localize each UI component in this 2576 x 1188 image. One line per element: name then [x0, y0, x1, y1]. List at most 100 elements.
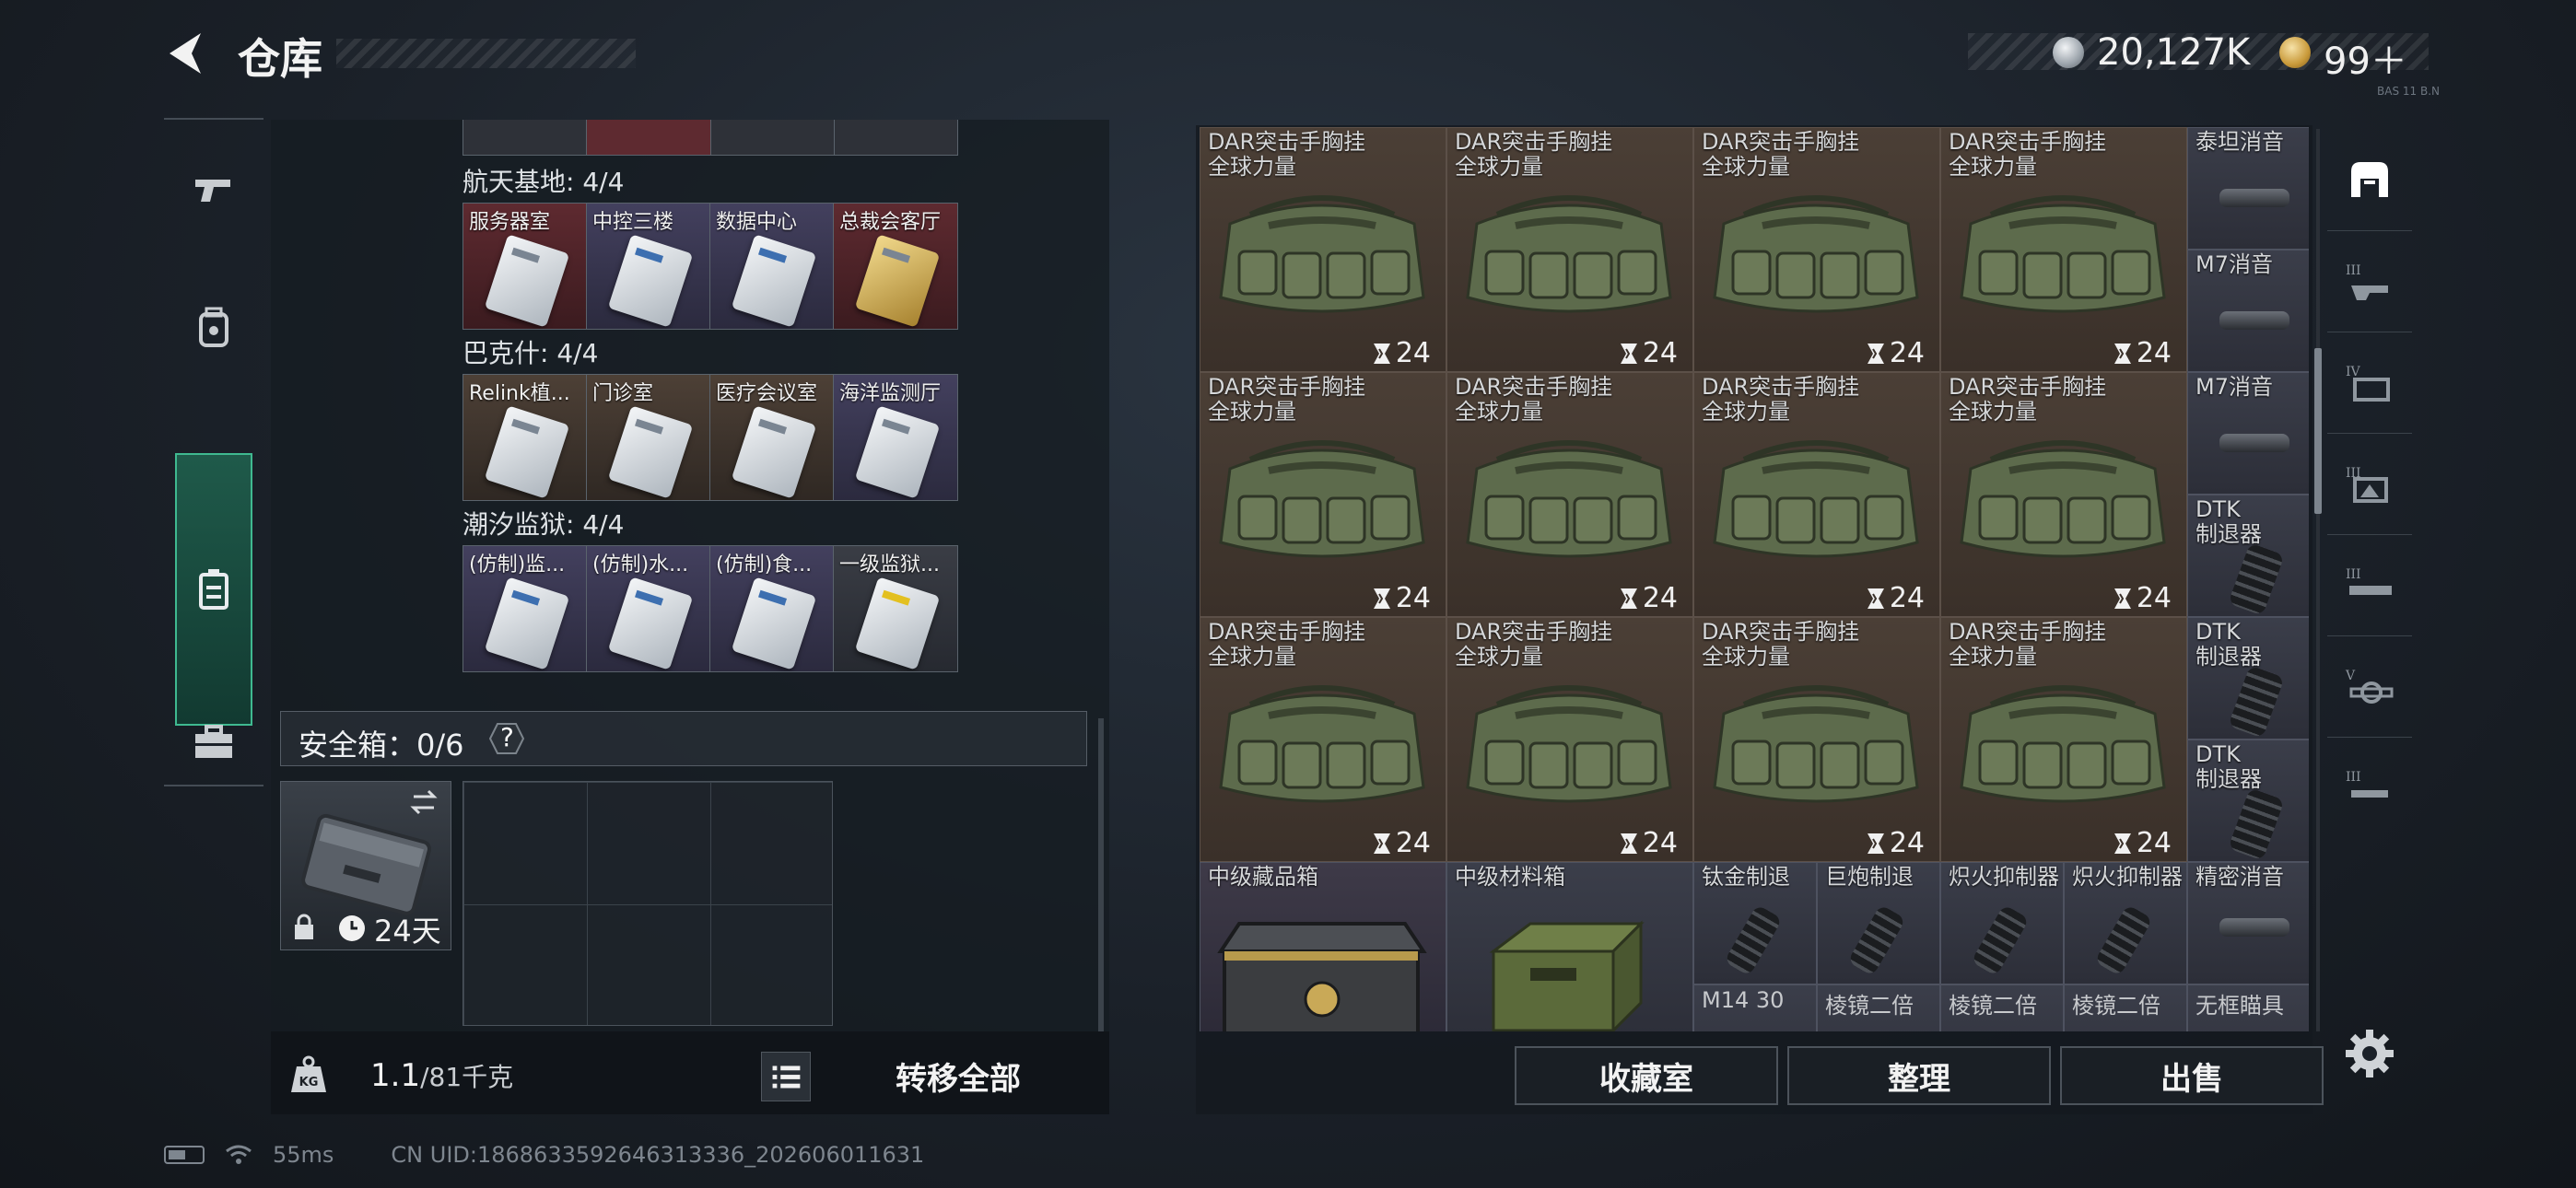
card-name: 数据中心	[716, 211, 798, 234]
safe-box-slots[interactable]	[463, 781, 833, 1026]
inventory-item-chest-rig[interactable]: DAR突击手胸挂 全球力量 24	[1940, 617, 2187, 862]
inventory-item-optic[interactable]: 棱镜二倍	[2064, 984, 2187, 1031]
organize-button[interactable]: 整理	[1787, 1046, 2051, 1105]
item-name: DTK 制退器	[2195, 619, 2262, 670]
card-partial[interactable]	[834, 120, 957, 155]
inventory-item-attachment[interactable]: 炽火抑制器	[2064, 862, 2187, 984]
safe-box-duration: 24天	[374, 914, 441, 949]
keycard-slot[interactable]: 服务器室	[463, 204, 587, 329]
inventory-item-chest-rig[interactable]: DAR突击手胸挂 全球力量 24	[1200, 372, 1446, 617]
inventory-item-muzzle[interactable]: DTK 制退器	[2187, 740, 2309, 862]
card-row-bakesh: Relink植... 门诊室 医疗会议室 海洋监测厅	[463, 374, 958, 501]
keycard-slot[interactable]: (仿制)水...	[587, 546, 710, 671]
left-category-nav	[164, 118, 263, 786]
inventory-item-optic[interactable]: 无框瞄具	[2187, 984, 2309, 1031]
transfer-all-button[interactable]: 转移全部	[866, 1046, 1050, 1105]
help-mark: ?	[500, 722, 514, 752]
item-count: 24	[1619, 582, 1678, 614]
keycard-slot[interactable]: (仿制)食...	[710, 546, 834, 671]
inventory-scrollbar[interactable]	[2314, 348, 2322, 514]
card-partial[interactable]	[587, 120, 711, 155]
weight-max: /81千克	[420, 1062, 514, 1092]
keycard-slot[interactable]: 数据中心	[710, 204, 834, 329]
item-count: 24	[1866, 337, 1925, 369]
attachment-tier4-icon: IV	[2346, 365, 2390, 402]
inventory-item-chest-rig[interactable]: DAR突击手胸挂 全球力量 24	[1693, 617, 1940, 862]
item-name: 中级材料箱	[1455, 864, 1565, 890]
keycard-slot[interactable]: Relink植...	[463, 375, 587, 500]
help-button[interactable]: ?	[488, 722, 525, 755]
inventory-item-chest-rig[interactable]: DAR突击手胸挂 全球力量 24	[1940, 372, 2187, 617]
rnav-all[interactable]	[2327, 129, 2412, 231]
inventory-item-material-box[interactable]: 中级材料箱	[1446, 862, 1693, 1031]
rnav-tier3-optics[interactable]: III	[2327, 433, 2412, 535]
nav-tools[interactable]	[164, 672, 263, 810]
inventory-item-chest-rig[interactable]: DAR突击手胸挂 全球力量 24	[1693, 372, 1940, 617]
nav-equipment[interactable]	[164, 258, 263, 396]
inventory-item-chest-rig[interactable]: DAR突击手胸挂 全球力量 24	[1446, 617, 1693, 862]
back-button[interactable]	[164, 28, 210, 79]
inventory-item-chest-rig[interactable]: DAR突击手胸挂 全球力量 24	[1446, 127, 1693, 372]
inventory-item-attachment[interactable]: 钛金制退	[1693, 862, 1817, 984]
item-name: DAR突击手胸挂 全球力量	[1949, 619, 2107, 670]
silencer-icon	[2219, 918, 2289, 937]
inventory-item-chest-rig[interactable]: DAR突击手胸挂 全球力量 24	[1446, 372, 1693, 617]
token-icon[interactable]	[2279, 37, 2311, 68]
rnav-tier3-stock[interactable]: III	[2327, 737, 2412, 838]
card-partial[interactable]	[463, 120, 588, 155]
nav-keys[interactable]	[164, 520, 263, 658]
list-view-button[interactable]	[761, 1052, 811, 1101]
rnav-tier3-attachments[interactable]: III	[2327, 230, 2412, 332]
keycard-slot[interactable]: 中控三楼	[587, 204, 710, 329]
token-balance[interactable]: 99＋	[2324, 31, 2407, 85]
keycard-slot[interactable]: (仿制)监...	[463, 546, 587, 671]
weight-readout: 1.1/81千克	[370, 1057, 513, 1094]
item-count: 24	[1619, 337, 1678, 369]
keycard-slot[interactable]: 一级监狱...	[834, 546, 957, 671]
left-scrollbar[interactable]	[1098, 718, 1104, 1031]
card-row-aerospace: 服务器室 中控三楼 数据中心 总裁会客厅	[463, 203, 958, 330]
collection-room-button[interactable]: 收藏室	[1515, 1046, 1778, 1105]
inventory-item-muzzle[interactable]: M7消音	[2187, 372, 2309, 495]
inventory-item-optic[interactable]: M14 30	[1693, 984, 1817, 1031]
item-name: M7消音	[2195, 374, 2273, 400]
svg-text:IV: IV	[2346, 365, 2361, 379]
sell-button[interactable]: 出售	[2060, 1046, 2324, 1105]
item-count: 24	[2113, 337, 2172, 369]
keycard-slot[interactable]: 医疗会议室	[710, 375, 834, 500]
inventory-item-collection-box[interactable]: 中级藏品箱	[1200, 862, 1446, 1031]
material-box-icon	[1489, 920, 1645, 1031]
keycard-slot[interactable]: 海洋监测厅	[834, 375, 957, 500]
rnav-tier5-scope[interactable]: V	[2327, 635, 2412, 738]
item-name: 精密消音	[2195, 864, 2284, 890]
inventory-item-muzzle[interactable]: M7消音	[2187, 250, 2309, 372]
inventory-item-chest-rig[interactable]: DAR突击手胸挂 全球力量 24	[1200, 617, 1446, 862]
rnav-tier3-barrel[interactable]: III	[2327, 534, 2412, 636]
card-partial[interactable]	[710, 120, 835, 155]
inventory-item-attachment[interactable]: 炽火抑制器	[1940, 862, 2064, 984]
stack-icon	[1867, 588, 1884, 609]
title-decoration	[336, 39, 636, 68]
inventory-item-muzzle[interactable]: DTK 制退器	[2187, 617, 2309, 740]
nav-weapons[interactable]	[164, 120, 263, 258]
status-bar: 55ms CN UID:1868633592646313336_20260601…	[164, 1138, 924, 1171]
inventory-item-attachment[interactable]: 巨炮制退	[1817, 862, 1940, 984]
inventory-item-chest-rig[interactable]: DAR突击手胸挂 全球力量 24	[1200, 127, 1446, 372]
inventory-item-muzzle[interactable]: DTK 制退器	[2187, 495, 2309, 617]
stack-icon	[2113, 343, 2131, 364]
card-name: 海洋监测厅	[839, 382, 942, 405]
keycard-icon	[854, 234, 941, 328]
inventory-item-chest-rig[interactable]: DAR突击手胸挂 全球力量 24	[1940, 127, 2187, 372]
inventory-item-optic[interactable]: 棱镜二倍	[1817, 984, 1940, 1031]
keycard-slot[interactable]: 门诊室	[587, 375, 710, 500]
inventory-item-chest-rig[interactable]: DAR突击手胸挂 全球力量 24	[1693, 127, 1940, 372]
inventory-item-optic[interactable]: 棱镜二倍	[1940, 984, 2064, 1031]
item-count: 24	[2113, 582, 2172, 614]
settings-button[interactable]	[2340, 1024, 2399, 1083]
inventory-item-attachment[interactable]: 精密消音	[2187, 862, 2309, 984]
rnav-tier4-attachments[interactable]: IV	[2327, 332, 2412, 434]
inventory-item-muzzle[interactable]: 泰坦消音	[2187, 127, 2309, 250]
keycard-slot[interactable]: 总裁会客厅	[834, 204, 957, 329]
coin-icon	[2053, 37, 2084, 68]
keycard-icon	[854, 405, 941, 499]
